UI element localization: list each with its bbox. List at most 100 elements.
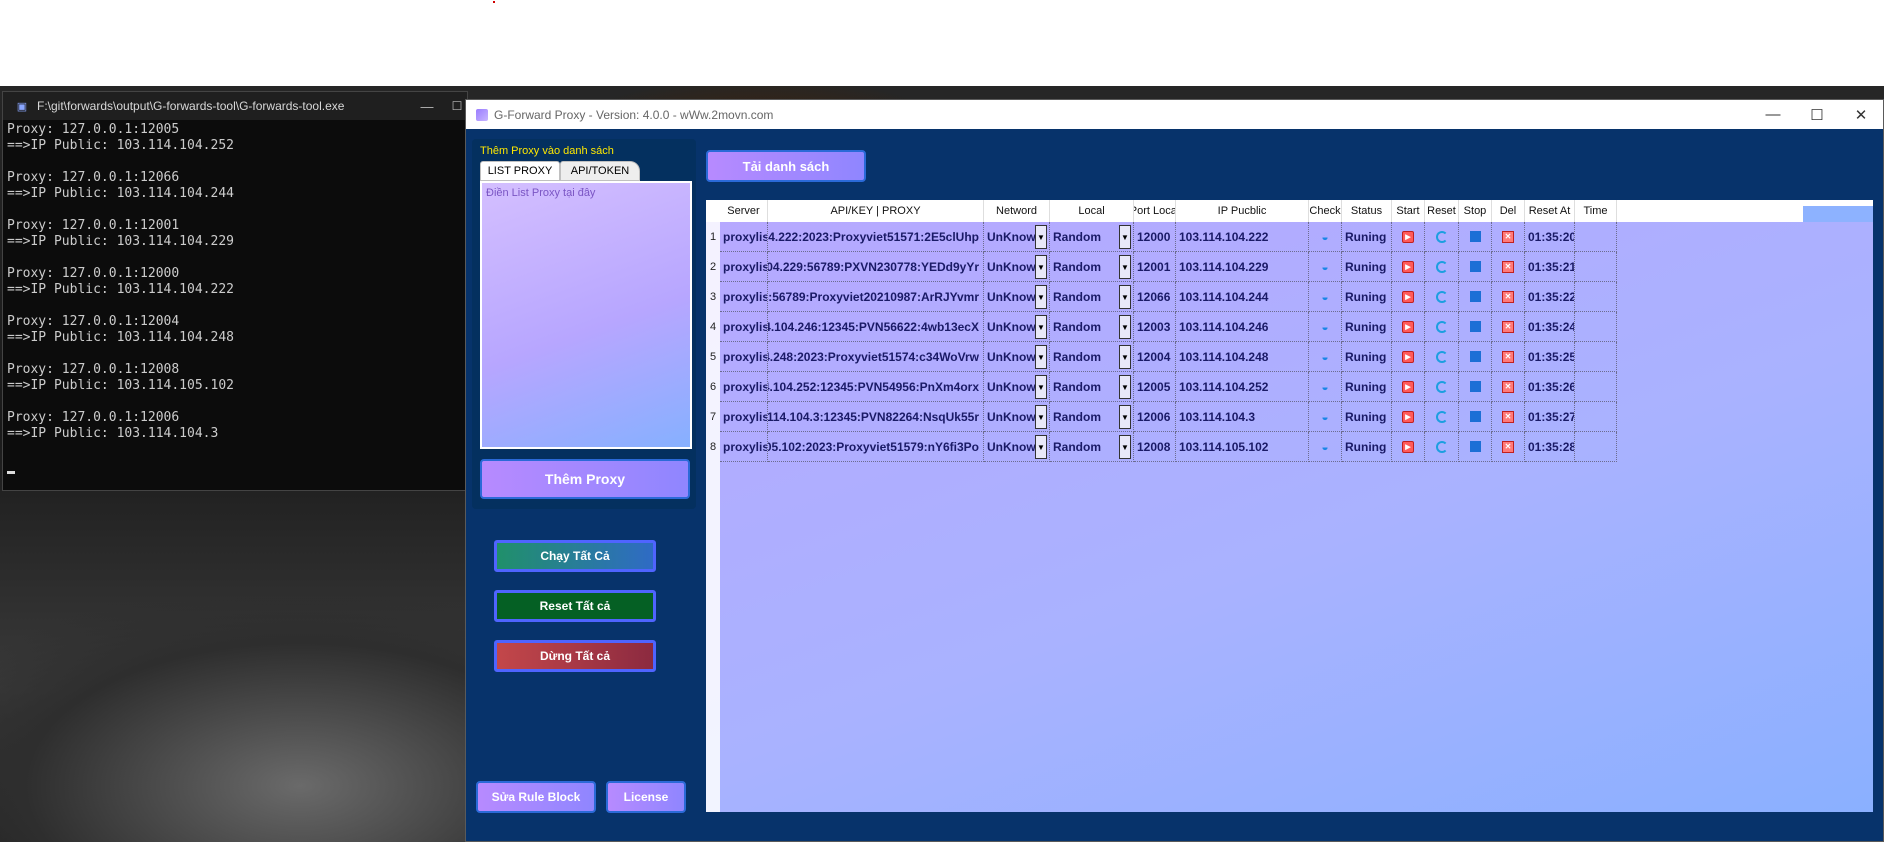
network-dropdown[interactable]: UnKnow ▼ [984, 282, 1050, 312]
stop-button[interactable] [1459, 252, 1492, 282]
chevron-down-icon[interactable]: ▼ [1119, 435, 1131, 459]
delete-button[interactable]: ✕ [1492, 222, 1525, 252]
table-row[interactable]: 7 proxylist103.114.104.3:12345:PVN82264:N… [706, 402, 1803, 432]
local-dropdown[interactable]: Random ▼ [1050, 402, 1134, 432]
stop-button[interactable] [1459, 282, 1492, 312]
reset-button[interactable] [1425, 282, 1459, 312]
table-row[interactable]: 2 proxylist103.114.104.229:56789:PXVN2307… [706, 252, 1803, 282]
column-header-netword[interactable]: Netword [984, 200, 1050, 222]
delete-button[interactable]: ✕ [1492, 282, 1525, 312]
reset-button[interactable] [1425, 252, 1459, 282]
cell-api-key[interactable]: 103.114.104.246:12345:PVN56622:4wb13ecX [768, 312, 984, 342]
stop-button[interactable] [1459, 432, 1492, 462]
local-dropdown[interactable]: Random ▼ [1050, 342, 1134, 372]
chevron-down-icon[interactable]: ▼ [1035, 435, 1047, 459]
column-header-local[interactable]: Local [1050, 200, 1134, 222]
table-row[interactable]: 4 proxylist103.114.104.246:12345:PVN56622… [706, 312, 1803, 342]
delete-button[interactable]: ✕ [1492, 252, 1525, 282]
reset-button[interactable] [1425, 312, 1459, 342]
chevron-down-icon[interactable]: ▼ [1119, 285, 1131, 309]
column-header-server[interactable]: Server [720, 200, 768, 222]
add-proxy-button[interactable]: Thêm Proxy [480, 459, 690, 499]
column-header-check[interactable]: Check [1309, 200, 1342, 222]
column-header-port-local[interactable]: Port Local [1134, 200, 1176, 222]
network-dropdown[interactable]: UnKnow ▼ [984, 342, 1050, 372]
check-button[interactable]: ◒ [1309, 252, 1342, 282]
chevron-down-icon[interactable]: ▼ [1035, 405, 1047, 429]
network-dropdown[interactable]: UnKnow ▼ [984, 402, 1050, 432]
table-row[interactable]: 3 proxylist103.114.104.244:56789:Proxyvie… [706, 282, 1803, 312]
maximize-icon[interactable]: ☐ [1795, 106, 1839, 124]
start-button[interactable]: ▶ [1392, 252, 1425, 282]
chevron-down-icon[interactable]: ▼ [1035, 315, 1047, 339]
start-button[interactable]: ▶ [1392, 372, 1425, 402]
reset-button[interactable] [1425, 342, 1459, 372]
stop-button[interactable] [1459, 402, 1492, 432]
local-dropdown[interactable]: Random ▼ [1050, 432, 1134, 462]
network-dropdown[interactable]: UnKnow ▼ [984, 432, 1050, 462]
proxy-list-input[interactable] [480, 181, 692, 449]
chevron-down-icon[interactable]: ▼ [1035, 225, 1047, 249]
column-header-del[interactable]: Del [1492, 200, 1525, 222]
reset-button[interactable] [1425, 402, 1459, 432]
chevron-down-icon[interactable]: ▼ [1035, 285, 1047, 309]
start-button[interactable]: ▶ [1392, 282, 1425, 312]
column-header-start[interactable]: Start [1392, 200, 1425, 222]
chevron-down-icon[interactable]: ▼ [1119, 345, 1131, 369]
delete-button[interactable]: ✕ [1492, 402, 1525, 432]
delete-button[interactable]: ✕ [1492, 342, 1525, 372]
local-dropdown[interactable]: Random ▼ [1050, 222, 1134, 252]
cell-api-key[interactable]: 103.114.105.102:2023:Proxyviet51579:nY6f… [768, 432, 984, 462]
network-dropdown[interactable]: UnKnow ▼ [984, 252, 1050, 282]
chevron-down-icon[interactable]: ▼ [1119, 255, 1131, 279]
check-button[interactable]: ◒ [1309, 402, 1342, 432]
stop-button[interactable] [1459, 312, 1492, 342]
chevron-down-icon[interactable]: ▼ [1035, 255, 1047, 279]
cell-api-key[interactable]: 103.114.104.222:2023:Proxyviet51571:2E5c… [768, 222, 984, 252]
column-header-api-key-proxy[interactable]: API/KEY | PROXY [768, 200, 984, 222]
app-titlebar[interactable]: G-Forward Proxy - Version: 4.0.0 - wWw.2… [466, 100, 1883, 129]
chevron-down-icon[interactable]: ▼ [1035, 345, 1047, 369]
cell-api-key[interactable]: 103.114.104.248:2023:Proxyviet51574:c34W… [768, 342, 984, 372]
check-button[interactable]: ◒ [1309, 222, 1342, 252]
cell-api-key[interactable]: 103.114.104.244:56789:Proxyviet20210987:… [768, 282, 984, 312]
cell-api-key[interactable]: 103.114.104.252:12345:PVN54956:PnXm4orx [768, 372, 984, 402]
reset-button[interactable] [1425, 222, 1459, 252]
stop-button[interactable] [1459, 342, 1492, 372]
stop-button[interactable] [1459, 372, 1492, 402]
start-button[interactable]: ▶ [1392, 342, 1425, 372]
load-list-button[interactable]: Tải danh sách [706, 150, 866, 182]
cell-api-key[interactable]: 103.114.104.229:56789:PXVN230778:YEDd9yY… [768, 252, 984, 282]
delete-button[interactable]: ✕ [1492, 312, 1525, 342]
local-dropdown[interactable]: Random ▼ [1050, 372, 1134, 402]
start-button[interactable]: ▶ [1392, 432, 1425, 462]
network-dropdown[interactable]: UnKnow ▼ [984, 312, 1050, 342]
close-icon[interactable]: ✕ [1839, 106, 1883, 124]
start-button[interactable]: ▶ [1392, 402, 1425, 432]
proxy-table[interactable]: ServerAPI/KEY | PROXYNetwordLocalPort Lo… [706, 200, 1873, 812]
chevron-down-icon[interactable]: ▼ [1035, 375, 1047, 399]
chevron-down-icon[interactable]: ▼ [1119, 315, 1131, 339]
tab-api-token[interactable]: API/TOKEN [560, 161, 640, 181]
network-dropdown[interactable]: UnKnow ▼ [984, 222, 1050, 252]
cell-api-key[interactable]: 103.114.104.3:12345:PVN82264:NsqUk55r [768, 402, 984, 432]
table-row[interactable]: 6 proxylist103.114.104.252:12345:PVN54956… [706, 372, 1803, 402]
column-header-reset[interactable]: Reset [1425, 200, 1459, 222]
console-titlebar[interactable]: ▣ F:\git\forwards\output\G-forwards-tool… [3, 92, 467, 120]
reset-button[interactable] [1425, 432, 1459, 462]
check-button[interactable]: ◒ [1309, 372, 1342, 402]
check-button[interactable]: ◒ [1309, 282, 1342, 312]
table-row[interactable]: 8 proxylist103.114.105.102:2023:Proxyviet… [706, 432, 1803, 462]
chevron-down-icon[interactable]: ▼ [1119, 405, 1131, 429]
delete-button[interactable]: ✕ [1492, 372, 1525, 402]
start-button[interactable]: ▶ [1392, 222, 1425, 252]
chevron-down-icon[interactable]: ▼ [1119, 375, 1131, 399]
maximize-icon[interactable]: ☐ [447, 99, 467, 113]
delete-button[interactable]: ✕ [1492, 432, 1525, 462]
check-button[interactable]: ◒ [1309, 312, 1342, 342]
tab-list-proxy[interactable]: LIST PROXY [480, 161, 560, 181]
network-dropdown[interactable]: UnKnow ▼ [984, 372, 1050, 402]
column-header-reset-at[interactable]: Reset At [1525, 200, 1575, 222]
minimize-icon[interactable]: — [407, 99, 447, 114]
local-dropdown[interactable]: Random ▼ [1050, 312, 1134, 342]
